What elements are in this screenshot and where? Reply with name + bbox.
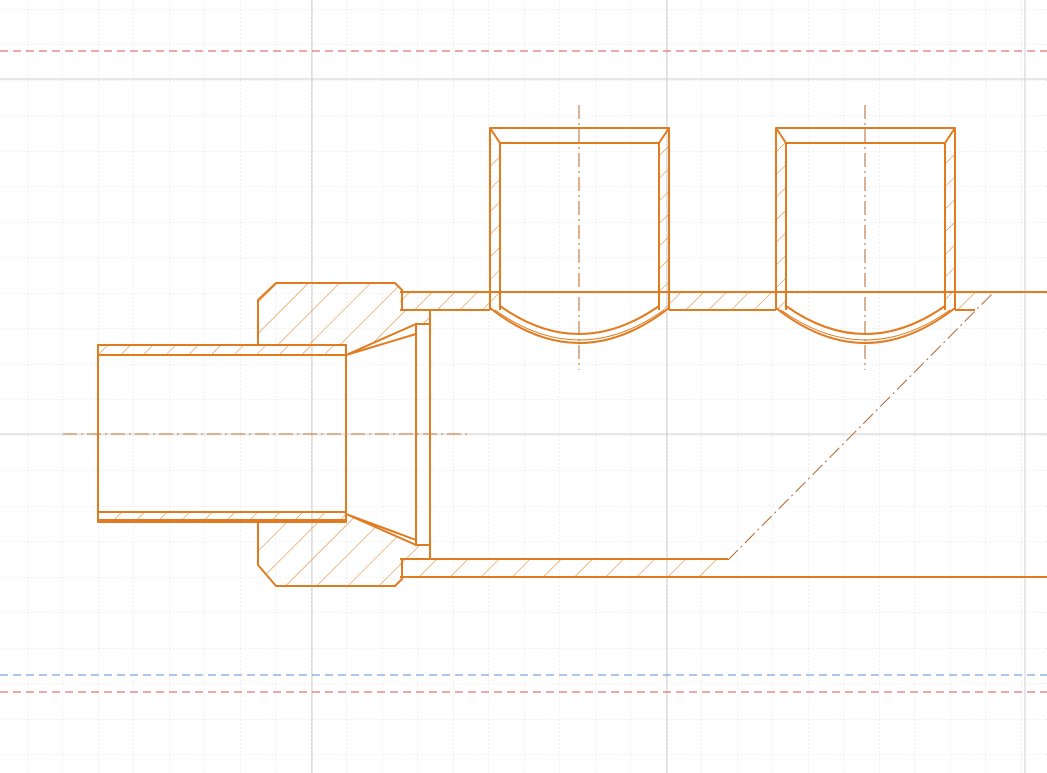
technical-drawing[interactable] [0, 0, 1047, 773]
minor-grid [0, 0, 1047, 773]
grid [0, 0, 1047, 773]
cad-canvas[interactable] [0, 0, 1047, 773]
